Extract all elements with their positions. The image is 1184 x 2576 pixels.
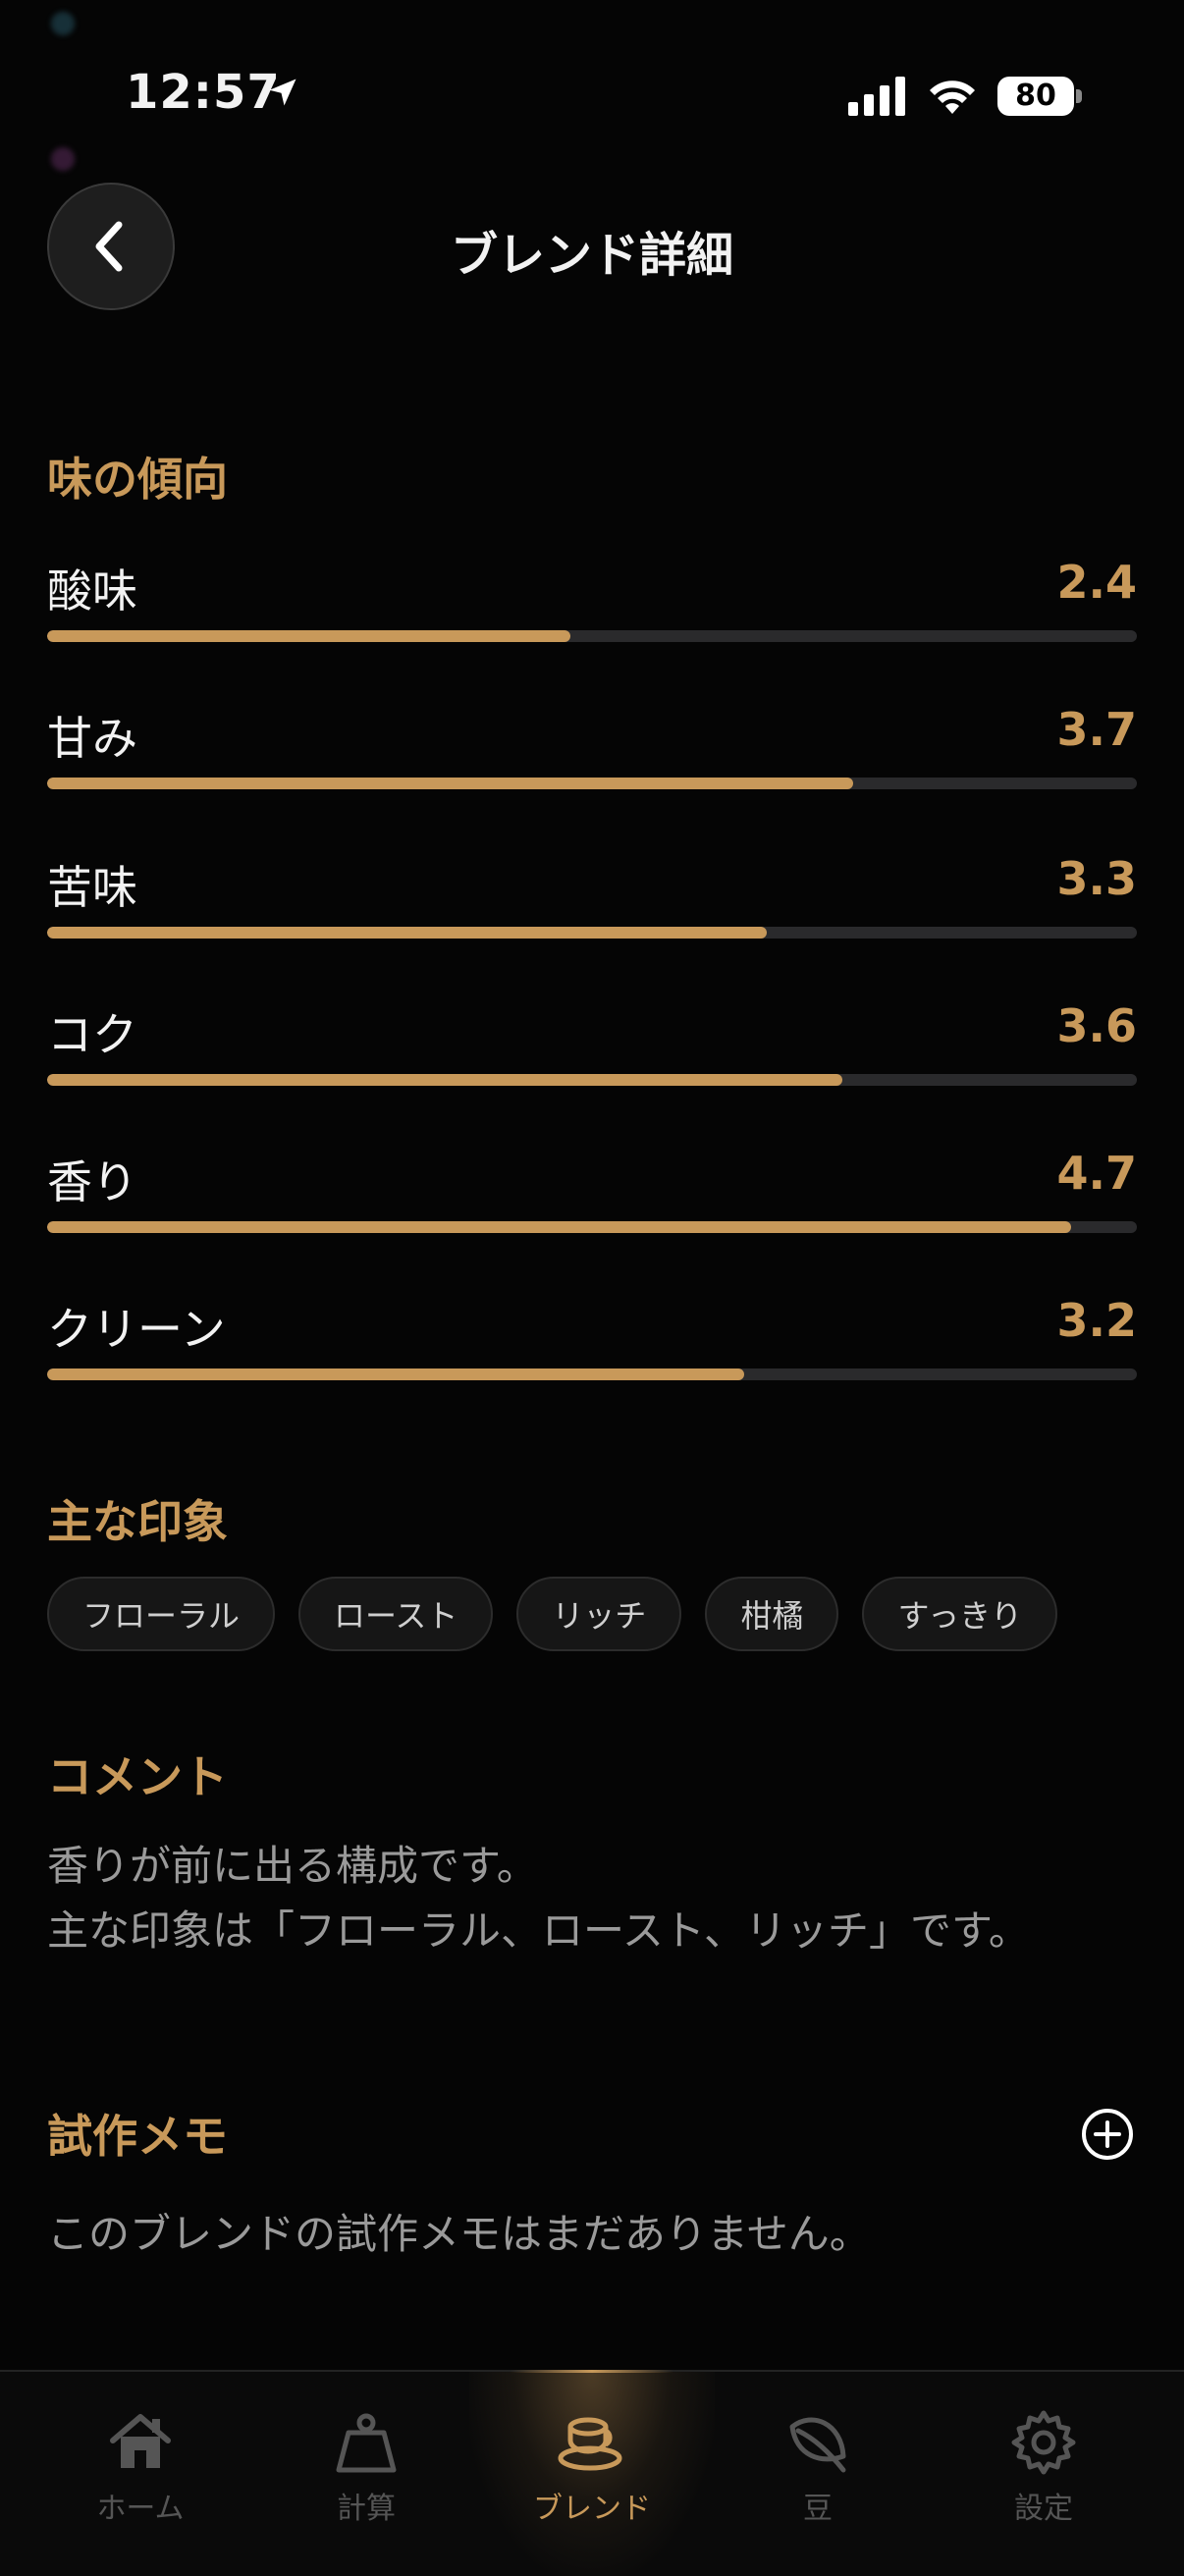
taste-bar-fill xyxy=(47,1074,843,1086)
tab-home[interactable]: ホーム xyxy=(27,2372,253,2549)
taste-bar-fill xyxy=(47,630,570,642)
taste-value: 3.3 xyxy=(1056,852,1138,905)
taste-bar-track xyxy=(47,630,1137,642)
taste-row: 香り 4.7 xyxy=(47,1147,1137,1245)
tab-bar: ホーム 計算 ブレンド 豆 設定 xyxy=(0,2370,1184,2576)
status-time: 12:57 xyxy=(126,65,281,120)
memo-section-title: 試作メモ xyxy=(47,2110,228,2163)
scale-icon xyxy=(336,2413,397,2473)
gear-icon xyxy=(1011,2410,1076,2475)
taste-bar-track xyxy=(47,1221,1137,1233)
taste-bar-track xyxy=(47,1074,1137,1086)
tab-blend[interactable]: ブレンド xyxy=(479,2372,705,2549)
status-bar: 12:57 80 xyxy=(0,0,1184,196)
taste-label: 酸味 xyxy=(47,564,137,617)
taste-row: 甘み 3.7 xyxy=(47,703,1137,801)
tab-calc[interactable]: 計算 xyxy=(253,2372,479,2549)
comment-line: 香りが前に出る構成です。 xyxy=(47,1842,538,1890)
page-title: ブレンド詳細 xyxy=(450,228,733,283)
tab-settings[interactable]: 設定 xyxy=(931,2372,1157,2549)
location-arrow-icon xyxy=(269,79,296,106)
taste-bar-fill xyxy=(47,1368,745,1380)
taste-bar-fill xyxy=(47,1221,1072,1233)
wifi-icon xyxy=(930,80,975,114)
leaf-icon xyxy=(789,2417,846,2473)
add-memo-button[interactable] xyxy=(1080,2107,1135,2162)
tab-beans[interactable]: 豆 xyxy=(705,2372,931,2549)
taste-row: 酸味 2.4 xyxy=(47,556,1137,654)
tab-label: 豆 xyxy=(803,2492,833,2526)
taste-value: 3.6 xyxy=(1056,999,1138,1052)
taste-bar-fill xyxy=(47,927,767,939)
impression-tag[interactable]: ロースト xyxy=(298,1577,494,1651)
memo-empty-text: このブレンドの試作メモはまだありません。 xyxy=(47,2210,871,2258)
cup-icon xyxy=(558,2417,622,2471)
impression-tag[interactable]: リッチ xyxy=(516,1577,682,1651)
tab-label: 計算 xyxy=(337,2492,396,2526)
taste-value: 2.4 xyxy=(1056,556,1138,609)
taste-value: 4.7 xyxy=(1056,1147,1138,1200)
taste-bar-fill xyxy=(47,778,854,789)
tab-label: ブレンド xyxy=(533,2492,651,2526)
taste-label: 甘み xyxy=(47,712,137,765)
comment-line: 主な印象は「フローラル、ロースト、リッチ」です。 xyxy=(47,1906,1030,1955)
home-icon xyxy=(110,2414,171,2468)
impression-tag[interactable]: フローラル xyxy=(47,1577,276,1651)
taste-label: 苦味 xyxy=(47,861,137,914)
impression-tag[interactable]: 柑橘 xyxy=(705,1577,839,1651)
comment-text: 香りが前に出る構成です。 主な印象は「フローラル、ロースト、リッチ」です。 xyxy=(47,1834,1030,1963)
taste-label: クリーン xyxy=(47,1303,226,1356)
taste-bar-track xyxy=(47,1368,1137,1380)
tab-label: ホーム xyxy=(96,2492,185,2526)
taste-row: クリーン 3.2 xyxy=(47,1294,1137,1392)
impression-tags: フローラル ロースト リッチ 柑橘 すっきり xyxy=(47,1577,1058,1651)
impressions-section-title: 主な印象 xyxy=(47,1495,228,1548)
taste-row: コク 3.6 xyxy=(47,999,1137,1098)
taste-label: 香り xyxy=(47,1155,137,1208)
taste-label: コク xyxy=(47,1008,137,1061)
comment-section-title: コメント xyxy=(47,1750,228,1803)
taste-bar-track xyxy=(47,927,1137,939)
battery-indicator: 80 xyxy=(997,77,1074,116)
cellular-signal-icon xyxy=(848,77,905,116)
taste-value: 3.2 xyxy=(1056,1294,1138,1347)
taste-bar-track xyxy=(47,778,1137,789)
taste-value: 3.7 xyxy=(1056,703,1138,756)
tab-label: 設定 xyxy=(1014,2492,1073,2526)
taste-section-title: 味の傾向 xyxy=(47,453,228,506)
taste-row: 苦味 3.3 xyxy=(47,852,1137,950)
battery-nub xyxy=(1076,89,1082,103)
impression-tag[interactable]: すっきり xyxy=(862,1577,1058,1651)
